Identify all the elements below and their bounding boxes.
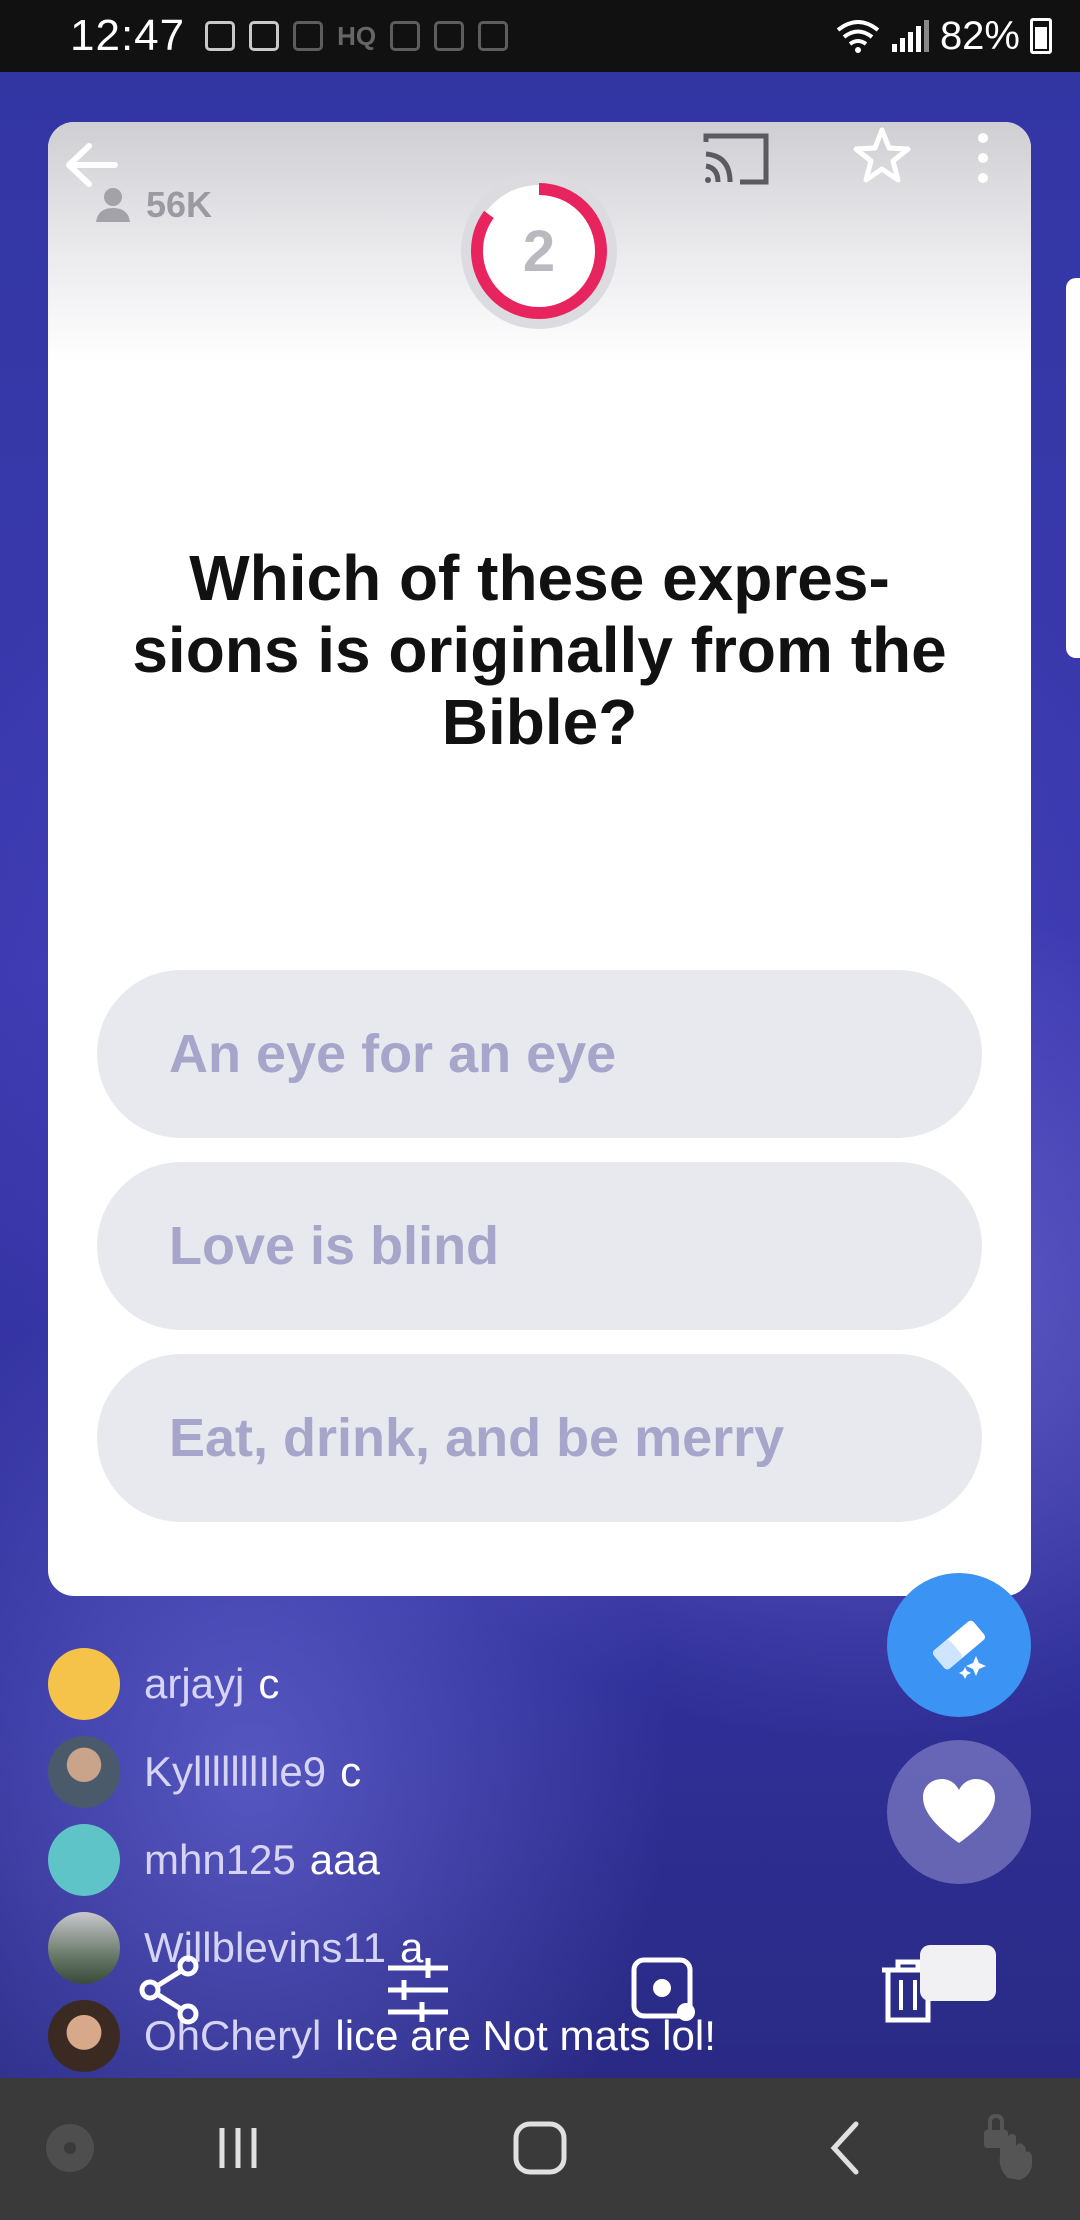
comment-username: mhn125 (144, 1836, 296, 1883)
viewer-count: 56K (94, 184, 212, 226)
battery-percent: 82% (939, 13, 1020, 58)
answer-option-1[interactable]: An eye for an eye (97, 970, 982, 1138)
answer-option-2[interactable]: Love is blind (97, 1162, 982, 1330)
viewer-count-label: 56K (146, 184, 213, 225)
comment-text: c (340, 1748, 362, 1795)
question-line: sions is originally from the (132, 614, 947, 686)
sliders-icon (388, 1958, 448, 2022)
share-button[interactable] (130, 1950, 210, 2030)
comment-text: c (258, 1660, 280, 1707)
status-time: 12:47 (70, 11, 186, 60)
favorite-button[interactable] (850, 124, 930, 204)
chat-bubble-icon[interactable] (920, 1945, 996, 2001)
cast-button[interactable] (700, 128, 780, 198)
eraser-icon (933, 1620, 986, 1679)
signal-icon (891, 20, 929, 52)
cast-icon (703, 133, 769, 185)
discord-icon (293, 21, 324, 51)
more-options-button[interactable] (963, 128, 1013, 198)
person-icon (96, 188, 130, 222)
recent-apps-button[interactable] (198, 2108, 278, 2188)
comment-item: arjayj c (48, 1640, 908, 1728)
adjust-button[interactable] (378, 1950, 458, 2030)
status-right: 82% (836, 14, 1052, 59)
edge-panel-handle[interactable] (1066, 278, 1080, 658)
quiz-card: 56K 2 Which of these expres- sions is or… (48, 122, 1031, 1596)
comment-username: arjayj (144, 1660, 245, 1707)
home-button[interactable] (500, 2108, 580, 2188)
comment-item: mhn125 aaa (48, 1816, 908, 1904)
comment-item: KylllllllIle9 c (48, 1728, 908, 1816)
news-icon (205, 21, 236, 51)
shopping-bag-icon (478, 21, 509, 51)
share-icon (139, 1955, 199, 2025)
star-icon (853, 127, 911, 183)
eraser-button[interactable] (887, 1573, 1031, 1717)
comment-text: aaa (309, 1836, 380, 1883)
overlay-action-bar (0, 1950, 1080, 2040)
avatar (48, 1736, 120, 1808)
game-launcher-button[interactable] (30, 2108, 110, 2188)
chevron-left-icon (830, 2121, 859, 2175)
shopping-bag-icon (434, 21, 465, 51)
avatar (48, 1824, 120, 1896)
answer-option-3[interactable]: Eat, drink, and be merry (97, 1354, 982, 1522)
gamepad-icon (46, 2124, 94, 2172)
like-button[interactable] (887, 1740, 1031, 1884)
touch-lock-button[interactable] (968, 2108, 1048, 2188)
question-line: Bible? (441, 686, 638, 758)
heart-icon (923, 1779, 995, 1843)
avatar (48, 1648, 120, 1720)
wifi-icon (836, 20, 880, 53)
hand-pointer-icon (984, 2113, 1032, 2180)
status-bar: 12:47 HQ 82% (0, 0, 1080, 72)
question-line: Which of these expres- (189, 542, 890, 614)
back-nav-button[interactable] (806, 2108, 886, 2188)
discord-icon (249, 21, 280, 51)
recents-icon (219, 2128, 257, 2168)
notification-icons: HQ (205, 20, 509, 52)
battery-icon (1030, 18, 1052, 54)
capture-button[interactable] (624, 1950, 704, 2030)
timer-value: 2 (522, 218, 556, 284)
question-text: Which of these expres- sions is original… (88, 542, 991, 758)
comment-username: KylllllllIle9 (144, 1748, 327, 1795)
more-vertical-icon (978, 133, 988, 183)
home-icon (513, 2121, 567, 2175)
arrow-left-icon (66, 143, 118, 187)
shopping-bag-icon (390, 21, 421, 51)
hq-icon: HQ (337, 20, 377, 51)
countdown-timer: 2 (458, 170, 620, 332)
navigation-bar (0, 2078, 1080, 2220)
screenshot-icon (631, 1957, 695, 2021)
